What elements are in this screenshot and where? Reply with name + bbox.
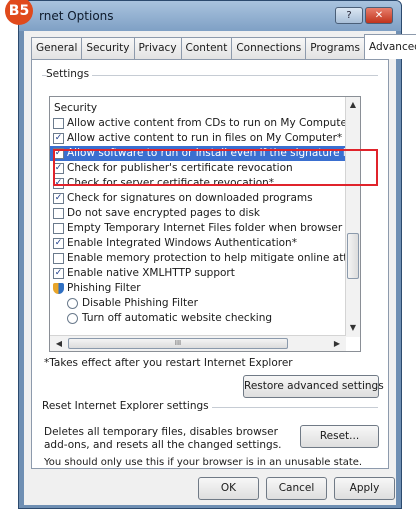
advanced-tab-panel: Settings Security Allow active content fr… — [31, 59, 389, 469]
tab-content[interactable]: Content — [180, 37, 233, 59]
settings-items: Security Allow active content from CDs to… — [50, 97, 346, 329]
scroll-right-icon[interactable]: ▶ — [330, 339, 344, 349]
settings-list-item[interactable]: ✓ Check for signatures on downloaded prog… — [50, 191, 346, 206]
reset-group-label: Reset Internet Explorer settings — [42, 400, 212, 412]
settings-item-label: Enable memory protection to help mitigat… — [67, 252, 346, 264]
tab-security[interactable]: Security — [81, 37, 135, 59]
checkbox-unchecked[interactable] — [53, 118, 64, 129]
settings-list-item[interactable]: Allow active content from CDs to run on … — [50, 116, 346, 131]
settings-list-item[interactable]: Turn off automatic website checking — [50, 311, 346, 326]
settings-item-label: Phishing Filter — [67, 282, 141, 294]
settings-item-label: Security — [54, 102, 98, 114]
vertical-scroll-thumb[interactable] — [347, 233, 359, 279]
reset-warning: You should only use this if your browser… — [44, 457, 363, 468]
window-title: rnet Options — [39, 9, 114, 23]
checkbox-checked[interactable]: ✓ — [53, 238, 64, 249]
radio-button[interactable] — [67, 313, 78, 324]
dialog-content: General Security Privacy Content Connect… — [24, 31, 416, 505]
settings-list-item[interactable]: ✓ Enable Integrated Windows Authenticatio… — [50, 236, 346, 251]
settings-list-item: Security — [50, 101, 346, 116]
checkbox-unchecked[interactable] — [53, 208, 64, 219]
settings-item-label: Do not save encrypted pages to disk — [67, 207, 261, 219]
internet-options-window: rnet Options ? ✕ General Security Privac… — [5, 0, 416, 509]
scroll-up-icon[interactable]: ▲ — [346, 100, 360, 110]
cancel-button[interactable]: Cancel — [266, 477, 327, 500]
settings-list-item: Phishing Filter — [50, 281, 346, 296]
settings-item-label: Disable Phishing Filter — [82, 297, 198, 309]
settings-list-item[interactable]: Enable memory protection to help mitigat… — [50, 251, 346, 266]
settings-list-item[interactable]: ✓ Allow active content to run in files on… — [50, 131, 346, 146]
settings-item-label: Enable native XMLHTTP support — [67, 267, 235, 279]
scroll-down-icon[interactable]: ▼ — [346, 323, 360, 333]
close-button[interactable]: ✕ — [365, 7, 393, 24]
horizontal-scroll-thumb[interactable]: III — [68, 338, 288, 349]
title-bar[interactable]: rnet Options ? ✕ — [19, 1, 401, 31]
help-button[interactable]: ? — [335, 7, 363, 24]
settings-item-label: Empty Temporary Internet Files folder wh… — [67, 222, 346, 234]
settings-item-label: Check for signatures on downloaded progr… — [67, 192, 313, 204]
vertical-scrollbar[interactable]: ▲ ▼ — [345, 97, 360, 337]
tab-privacy[interactable]: Privacy — [133, 37, 182, 59]
settings-item-label: Allow active content to run in files on … — [67, 132, 343, 144]
tab-general[interactable]: General — [31, 37, 83, 59]
radio-button[interactable] — [67, 298, 78, 309]
settings-list-item[interactable]: Empty Temporary Internet Files folder wh… — [50, 221, 346, 236]
settings-list-item[interactable]: ✓ Enable native XMLHTTP support — [50, 266, 346, 281]
settings-item-label: Turn off automatic website checking — [82, 312, 273, 324]
checkbox-unchecked[interactable] — [53, 253, 64, 264]
restart-note: *Takes effect after you restart Internet… — [44, 357, 293, 369]
tab-strip: General Security Privacy Content Connect… — [31, 34, 416, 59]
settings-item-label: Enable Integrated Windows Authentication… — [67, 237, 297, 249]
reset-button[interactable]: Reset... — [300, 425, 379, 448]
tab-connections[interactable]: Connections — [231, 37, 307, 59]
checkbox-unchecked[interactable] — [53, 223, 64, 234]
checkbox-checked[interactable]: ✓ — [53, 193, 64, 204]
tab-advanced[interactable]: Advanced — [363, 34, 416, 59]
checkbox-checked[interactable]: ✓ — [53, 268, 64, 279]
horizontal-scrollbar[interactable]: ◀ III ▶ — [50, 335, 346, 351]
scroll-left-icon[interactable]: ◀ — [52, 339, 66, 349]
tab-programs[interactable]: Programs — [305, 37, 365, 59]
apply-button[interactable]: Apply — [334, 477, 395, 500]
reset-description-line2: add-ons, and resets all the changed sett… — [44, 439, 282, 451]
settings-list-item[interactable]: Disable Phishing Filter — [50, 296, 346, 311]
checkbox-checked[interactable]: ✓ — [53, 133, 64, 144]
settings-group-label: Settings — [46, 68, 93, 80]
settings-group-line — [42, 75, 378, 76]
ok-button[interactable]: OK — [198, 477, 259, 500]
settings-item-label: Allow active content from CDs to run on … — [67, 117, 346, 129]
restore-advanced-settings-button[interactable]: Restore advanced settings — [243, 375, 384, 398]
highlight-annotation-box — [53, 149, 378, 186]
advanced-settings-list[interactable]: Security Allow active content from CDs to… — [49, 96, 361, 352]
reset-description-line1: Deletes all temporary files, disables br… — [44, 426, 278, 438]
settings-list-item[interactable]: Do not save encrypted pages to disk — [50, 206, 346, 221]
phishing-filter-icon — [53, 283, 64, 294]
